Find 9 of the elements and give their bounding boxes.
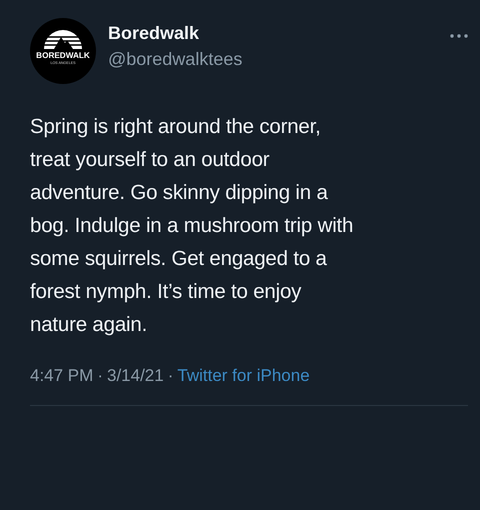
separator-dot: · [97,365,103,387]
more-options-icon[interactable] [450,34,468,38]
tweet-text: Spring is right around the corner, treat yourself to an outdoor adventure. Go skinny dipping in a bog. Indulge in a mushroom trip with some squirrels. Get engaged to a forest nymph. It’s time to enjoy nature again. [30,114,354,338]
separator-dot: · [168,365,174,387]
display-name[interactable]: Boredwalk [108,22,242,44]
source-link[interactable]: Twitter for iPhone [177,363,310,388]
tweet-date: 3/14/21 [106,365,164,387]
user-handle[interactable]: @boredwalktees [108,48,242,70]
tweet-time: 4:47 PM [30,365,94,387]
